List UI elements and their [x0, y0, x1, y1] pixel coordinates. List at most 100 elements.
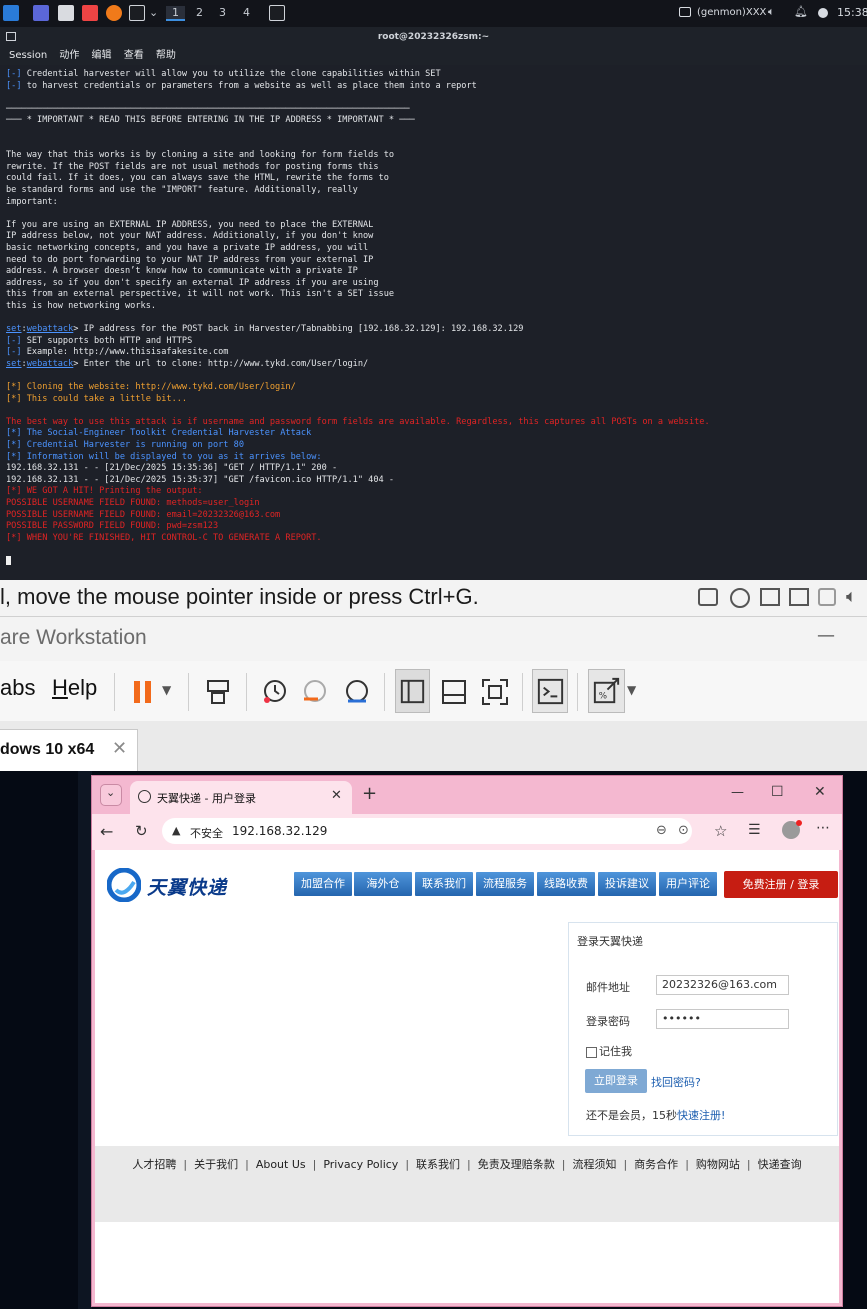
menu-help[interactable]: 帮助	[156, 47, 176, 65]
workspace-2[interactable]: 2	[196, 6, 203, 19]
network-icon[interactable]	[760, 588, 780, 606]
notification-bell-icon[interactable]: 🔔︎	[794, 5, 808, 18]
favorite-star-icon[interactable]: ☆	[714, 822, 727, 840]
terminal-segment: [*] Information will be displayed to you…	[6, 451, 322, 462]
text-editor-icon[interactable]	[82, 5, 98, 21]
thumbnail-bar-icon[interactable]	[437, 675, 471, 709]
password-field[interactable]: ••••••	[656, 1009, 789, 1029]
footer-link[interactable]: 免责及理赔条款	[478, 1158, 555, 1171]
nav-overseas[interactable]: 海外仓	[354, 872, 412, 896]
vmware-toolbar: abs Help ▼ % ▼	[0, 661, 867, 722]
volume-icon[interactable]: 🔈︎	[768, 5, 775, 19]
footer-link[interactable]: About Us	[256, 1158, 306, 1171]
warning-icon[interactable]: ▲	[172, 824, 180, 837]
read-aloud-icon[interactable]: ⊙	[678, 823, 689, 838]
pause-icon[interactable]	[128, 675, 162, 709]
nav-complaints[interactable]: 投诉建议	[598, 872, 656, 896]
remember-me-checkbox[interactable]	[586, 1047, 597, 1058]
terminal-segment: 192.168.32.131 - - [21/Dec/2025 15:35:36…	[6, 463, 338, 474]
console-view-button[interactable]	[532, 669, 568, 713]
menu-tabs[interactable]: abs	[0, 675, 35, 701]
footer-link[interactable]: 购物网站	[696, 1158, 740, 1171]
nav-reviews[interactable]: 用户评论	[659, 872, 717, 896]
menu-actions[interactable]: 动作	[59, 47, 79, 65]
sound-icon[interactable]: 🔈︎	[846, 586, 857, 607]
show-desktop-icon[interactable]	[33, 5, 49, 21]
email-field[interactable]: 20232326@163.com	[656, 975, 789, 995]
tab-actions-button[interactable]: ⌄	[100, 784, 122, 806]
login-button[interactable]: 立即登录	[585, 1069, 647, 1093]
terminal-segment: [*] WE GOT A HIT! Printing the output:	[6, 486, 203, 497]
snapshot-manager-icon[interactable]	[340, 675, 374, 709]
not-secure-label[interactable]: 不安全	[190, 825, 223, 841]
terminal-line: 192.168.32.131 - - [21/Dec/2025 15:35:37…	[6, 475, 710, 487]
terminal-line: [-] SET supports both HTTP and HTTPS	[6, 336, 710, 348]
snapshot-icon[interactable]	[258, 675, 292, 709]
edge-tab-active[interactable]: 天翼快递 - 用户登录 ✕	[130, 781, 352, 814]
power-dropdown-icon[interactable]: ▼	[162, 683, 171, 697]
refresh-icon[interactable]: ↻	[135, 822, 148, 840]
address-bar[interactable]: ▲ 不安全 192.168.32.129 ⊖ ⊙	[162, 818, 692, 844]
menu-view[interactable]: 查看	[124, 47, 144, 65]
terminal-segment: address. A browser doesn’t know how to c…	[6, 266, 358, 277]
back-arrow-icon[interactable]: ←	[100, 822, 113, 841]
chevron-down-icon[interactable]: ⌄	[149, 6, 158, 19]
terminal-output[interactable]: [-] Credential harvester will allow you …	[0, 65, 867, 580]
nav-process[interactable]: 流程服务	[476, 872, 534, 896]
window-close-button[interactable]: ✕	[814, 784, 826, 800]
footer-link[interactable]: 联系我们	[416, 1158, 460, 1171]
file-manager-icon[interactable]	[58, 5, 74, 21]
footer-link[interactable]: 关于我们	[194, 1158, 238, 1171]
footer-link[interactable]: 人才招聘	[132, 1158, 176, 1171]
workspace-4[interactable]: 4	[243, 6, 250, 19]
terminal-line: [*] Information will be displayed to you…	[6, 452, 710, 464]
nav-contact[interactable]: 联系我们	[415, 872, 473, 896]
more-menu-icon[interactable]: ⋯	[816, 820, 830, 836]
terminal-launcher-icon[interactable]	[129, 5, 145, 21]
workspace-1[interactable]: 1	[166, 6, 185, 21]
full-screen-icon[interactable]	[478, 675, 512, 709]
menu-session[interactable]: Session	[9, 47, 47, 65]
minimize-button[interactable]: —	[817, 625, 835, 646]
window-maximize-button[interactable]: ☐	[771, 784, 784, 800]
kali-menu-icon[interactable]	[3, 5, 19, 21]
usb-icon[interactable]	[818, 588, 836, 606]
nav-pricing[interactable]: 线路收费	[537, 872, 595, 896]
register-login-button[interactable]: 免费注册 / 登录	[724, 871, 838, 898]
toolbar-divider	[188, 673, 189, 711]
menu-edit[interactable]: 编辑	[92, 47, 112, 65]
footer-link[interactable]: Privacy Policy	[323, 1158, 398, 1171]
menu-help[interactable]: Help	[52, 675, 97, 701]
network-adapter-icon[interactable]	[789, 588, 809, 606]
zoom-icon[interactable]: ⊖	[656, 823, 667, 838]
nav-join[interactable]: 加盟合作	[294, 872, 352, 896]
revert-snapshot-icon[interactable]	[298, 675, 332, 709]
stretch-guest-button[interactable]: %	[588, 669, 625, 713]
close-icon[interactable]: ✕	[112, 738, 127, 759]
remember-me-label[interactable]: 记住我	[599, 1043, 632, 1059]
terminal-line: be standard forms and use the "IMPORT" f…	[6, 185, 710, 197]
stretch-dropdown-icon[interactable]: ▼	[627, 683, 636, 697]
workspace-3[interactable]: 3	[219, 6, 226, 19]
footer-link[interactable]: 商务合作	[634, 1158, 678, 1171]
footer-separator: |	[183, 1158, 188, 1171]
url-text[interactable]: 192.168.32.129	[232, 824, 327, 838]
library-view-button[interactable]	[395, 669, 430, 713]
send-ctrl-alt-del-icon[interactable]	[202, 675, 236, 709]
cd-icon[interactable]	[730, 588, 750, 608]
firefox-icon[interactable]	[106, 5, 122, 21]
new-tab-button[interactable]: +	[362, 783, 377, 804]
vm-tab-windows10[interactable]: dows 10 x64 ✕	[0, 729, 138, 772]
terminal-window-button[interactable]	[269, 5, 285, 21]
footer-link[interactable]: 流程须知	[572, 1158, 616, 1171]
close-tab-icon[interactable]: ✕	[331, 788, 342, 803]
terminal-line: [*] WE GOT A HIT! Printing the output:	[6, 486, 710, 498]
forgot-password-link[interactable]: 找回密码?	[651, 1074, 701, 1090]
window-minimize-button[interactable]: —	[731, 785, 744, 800]
power-icon[interactable]	[818, 8, 828, 18]
favorites-icon[interactable]: ☰	[748, 822, 761, 838]
quick-register-link[interactable]: 快速注册!	[677, 1109, 725, 1122]
terminal-titlebar: root@20232326zsm:~	[0, 27, 867, 47]
footer-link[interactable]: 快递查询	[758, 1158, 802, 1171]
hdd-icon[interactable]	[698, 588, 718, 606]
